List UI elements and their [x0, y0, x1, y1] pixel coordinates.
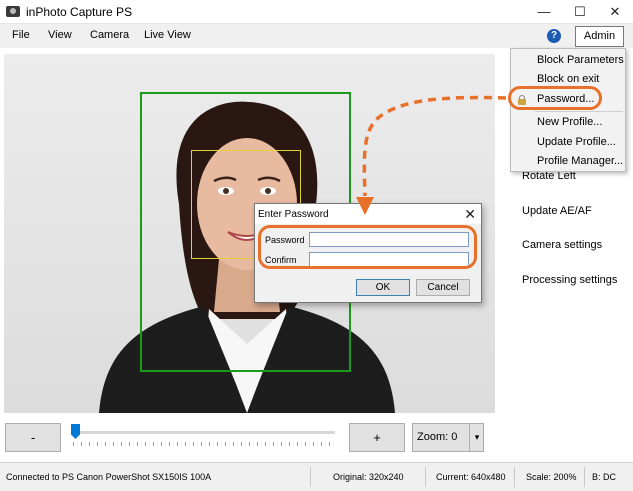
close-button[interactable]: ✕: [598, 0, 632, 24]
menu-item-profile-manager[interactable]: Profile Manager...: [537, 155, 623, 167]
admin-button[interactable]: Admin: [575, 26, 624, 47]
zoom-slider-track[interactable]: [73, 431, 335, 434]
help-icon[interactable]: ?: [547, 29, 561, 43]
status-divider: [310, 467, 311, 487]
status-divider: [514, 467, 515, 487]
zoom-slider-thumb[interactable]: [71, 424, 80, 439]
original-resolution: Original: 320x240: [333, 472, 404, 482]
status-divider: [425, 467, 426, 487]
zoom-value: Zoom: 0: [417, 431, 458, 443]
maximize-button[interactable]: ☐: [563, 0, 597, 24]
zoom-select[interactable]: Zoom: 0 ▾: [412, 423, 484, 452]
password-highlight-ring: [508, 86, 602, 110]
menu-item-new-profile[interactable]: New Profile...: [537, 116, 602, 128]
menu-item-update-profile[interactable]: Update Profile...: [537, 136, 616, 148]
bottom-controls: - + Zoom: 0 ▾: [0, 413, 497, 462]
zoom-out-button[interactable]: -: [5, 423, 61, 452]
status-bar: Connected to PS Canon PowerShot SX150IS …: [0, 462, 633, 491]
dialog-title-bar: Enter Password ✕: [255, 204, 481, 224]
chevron-down-icon[interactable]: ▾: [469, 424, 484, 451]
fields-highlight-ring: [258, 225, 477, 269]
minimize-button[interactable]: —: [527, 0, 561, 24]
dialog-title: Enter Password: [258, 209, 329, 220]
menu-camera[interactable]: Camera: [90, 29, 129, 41]
status-divider: [584, 467, 585, 487]
menu-item-block-parameters[interactable]: Block Parameters: [537, 54, 624, 66]
dialog-close-icon[interactable]: ✕: [464, 206, 476, 223]
menu-view[interactable]: View: [48, 29, 72, 41]
menu-live-view[interactable]: Live View: [144, 29, 191, 41]
camera-app-icon: [6, 6, 20, 17]
ok-button[interactable]: OK: [356, 279, 410, 296]
current-resolution: Current: 640x480: [436, 472, 506, 482]
menu-bar: File View Camera Live View ? Admin: [0, 24, 633, 48]
camera-settings-button[interactable]: Camera settings: [522, 239, 602, 251]
admin-dropdown-menu: Block Parameters Block on exit Password.…: [510, 48, 626, 172]
processing-settings-button[interactable]: Processing settings: [522, 274, 617, 286]
connection-status: Connected to PS Canon PowerShot SX150IS …: [6, 472, 212, 482]
cancel-button[interactable]: Cancel: [416, 279, 470, 296]
update-ae-af-button[interactable]: Update AE/AF: [522, 205, 592, 217]
extra-status: B: DC: [592, 472, 617, 482]
scale-value: Scale: 200%: [526, 472, 577, 482]
menu-file[interactable]: File: [12, 29, 30, 41]
zoom-slider-ticks: [73, 442, 335, 446]
zoom-in-button[interactable]: +: [349, 423, 405, 452]
menu-separator: [535, 111, 623, 112]
menu-item-block-on-exit[interactable]: Block on exit: [537, 73, 599, 85]
window-title: inPhoto Capture PS: [26, 5, 133, 19]
title-bar: inPhoto Capture PS — ☐ ✕: [0, 0, 633, 24]
